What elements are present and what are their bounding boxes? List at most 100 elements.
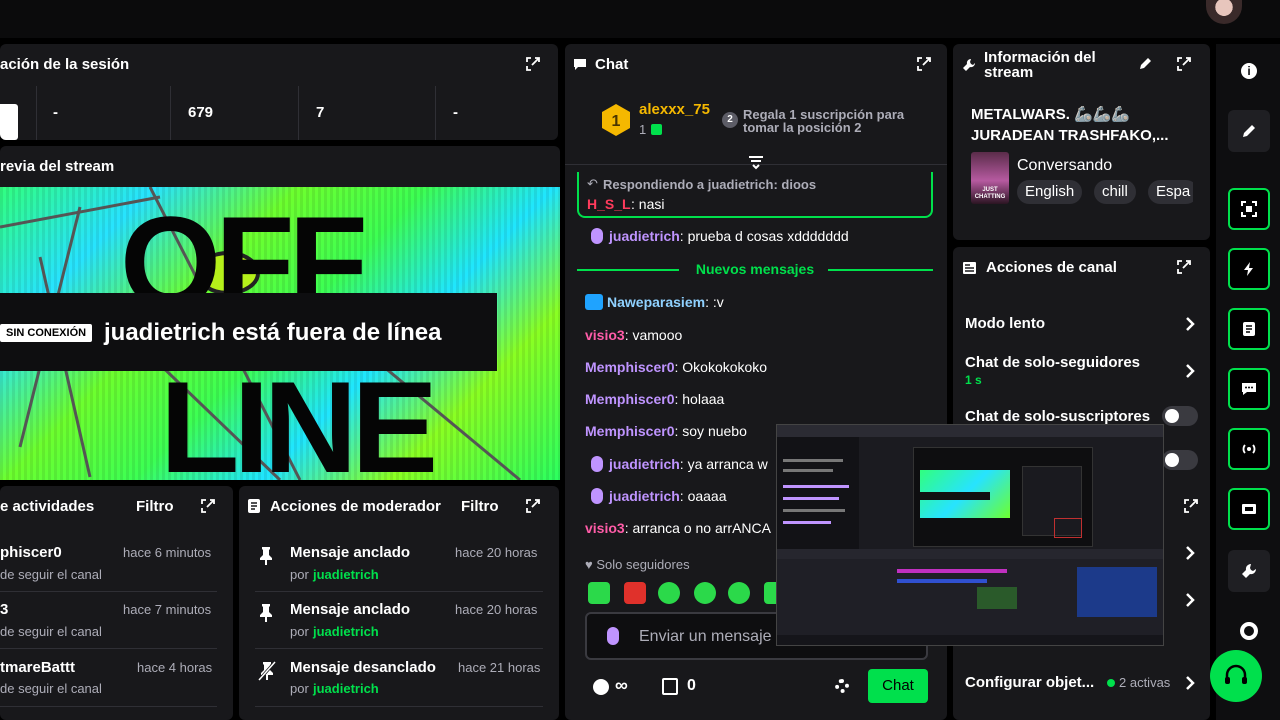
configure-goals-label: Configurar objet... (965, 674, 1095, 691)
stream-info-panel: Información del stream METALWARS. 🦾🦾🦾 JU… (953, 44, 1210, 240)
video-icon (1242, 504, 1256, 514)
rail-button-capture[interactable] (1228, 188, 1270, 230)
chat-username[interactable]: juadietrich (609, 456, 680, 472)
broadcast-icon (1242, 444, 1256, 454)
edit-button[interactable] (1228, 110, 1270, 152)
reply-message[interactable]: ↶ Respondiendo a juadietrich: dioos H_S_… (577, 172, 933, 218)
chat-username[interactable]: Memphiscer0 (585, 359, 674, 375)
channel-points[interactable]: ∞ (593, 675, 643, 697)
chat-settings-icon[interactable] (835, 679, 849, 693)
category-name[interactable]: Conversando (1017, 157, 1112, 175)
chat-message[interactable]: Naweparasiem: :v (585, 294, 724, 310)
rail-button-lightning[interactable] (1228, 248, 1270, 290)
tag[interactable]: Espa (1148, 180, 1193, 204)
support-chat-button[interactable] (1210, 650, 1262, 702)
mic-icon[interactable] (607, 627, 619, 645)
overlay-chat-column (777, 437, 859, 549)
session-thumb (0, 104, 18, 140)
rail-button-chat[interactable] (1228, 368, 1270, 410)
chat-username[interactable]: Naweparasiem (607, 294, 705, 310)
chat-input-placeholder: Enviar un mensaje (639, 628, 772, 645)
overlay-bottom-docks (777, 549, 1163, 645)
category-art[interactable]: JUST CHATTING (971, 152, 1009, 204)
session-stat: 679 (188, 104, 214, 121)
wrench-icon (1242, 563, 1257, 578)
chevron-right-icon[interactable] (1185, 545, 1195, 561)
emote[interactable] (624, 582, 646, 604)
collapse-icon[interactable] (747, 155, 765, 171)
chat-username[interactable]: juadietrich (609, 228, 680, 244)
chat-message[interactable]: visio3: vamooo (585, 327, 682, 343)
activity-filter-button[interactable]: Filtro (136, 498, 174, 515)
popout-icon[interactable] (1176, 259, 1192, 275)
subs-only-toggle[interactable] (1162, 406, 1198, 426)
popout-icon[interactable] (200, 498, 216, 514)
info-icon[interactable]: i (1241, 63, 1257, 79)
chat-send-button[interactable]: Chat (868, 669, 928, 703)
rail-button-tools[interactable] (1228, 550, 1270, 592)
rail-button-broadcast[interactable] (1228, 428, 1270, 470)
mic-badge-icon (591, 228, 603, 244)
chat-message[interactable]: juadietrich: ya arranca w (585, 456, 768, 472)
chevron-right-icon[interactable] (1185, 592, 1195, 608)
popout-icon[interactable] (1176, 56, 1192, 72)
rail-button-video[interactable] (1228, 488, 1270, 530)
emote[interactable] (588, 582, 610, 604)
mod-action-user[interactable]: juadietrich (313, 567, 379, 582)
emote[interactable] (694, 582, 716, 604)
session-title: ación de la sesión (0, 56, 130, 73)
subs-chat-label: Chat de solo-suscriptores (965, 408, 1151, 425)
edit-icon[interactable] (1138, 56, 1153, 71)
reply-user[interactable]: H_S_L (587, 196, 631, 212)
chat-username[interactable]: visio3 (585, 327, 625, 343)
rail-button-notes[interactable] (1228, 308, 1270, 350)
chat-message[interactable]: visio3: arranca o no arrANCA (585, 520, 771, 536)
reply-icon: ↶ (587, 176, 598, 191)
popout-icon[interactable] (1183, 498, 1199, 514)
mod-action-label: Mensaje anclado (290, 601, 411, 618)
active-count: 2 activas (1119, 675, 1171, 690)
user-badge-icon (585, 294, 603, 310)
chat-username[interactable]: Memphiscer0 (585, 423, 674, 439)
chat-username[interactable]: visio3 (585, 520, 625, 536)
emote[interactable] (658, 582, 680, 604)
tag[interactable]: chill (1094, 180, 1136, 204)
mod-action-user[interactable]: juadietrich (313, 624, 379, 639)
offline-overlay: SIN CONEXIÓN juadietrich está fuera de l… (0, 293, 497, 371)
chat-username[interactable]: Memphiscer0 (585, 391, 674, 407)
channel-actions-icon (963, 262, 976, 274)
popout-icon[interactable] (916, 56, 932, 72)
mod-action-user[interactable]: juadietrich (313, 681, 379, 696)
chat-message[interactable]: Memphiscer0: soy nuebo (585, 423, 747, 439)
divider (255, 648, 543, 649)
chat-title: Chat (595, 56, 629, 73)
mod-action-label: Mensaje desanclado (290, 659, 436, 676)
popout-icon[interactable] (525, 498, 541, 514)
chat-message[interactable]: juadietrich: oaaaa (585, 488, 727, 504)
setting-toggle[interactable] (1162, 450, 1198, 470)
configure-goals-row[interactable]: Configurar objet... 2 activas (965, 672, 1200, 694)
rail-points-icon[interactable] (1240, 622, 1258, 640)
mod-action-time: hace 20 horas (455, 545, 538, 560)
mod-filter-button[interactable]: Filtro (461, 498, 499, 515)
activity-title: e actividades (0, 498, 95, 515)
points-icon (593, 679, 609, 695)
stream-preview[interactable]: OFF LINE SIN CONEXIÓN juadietrich está f… (0, 187, 560, 480)
chat-username[interactable]: juadietrich (609, 488, 680, 504)
session-stat: - (53, 104, 58, 121)
tag[interactable]: English (1017, 180, 1083, 204)
slow-mode-row[interactable]: Modo lento (965, 313, 1200, 335)
popout-icon[interactable] (525, 56, 541, 72)
chat-text: : holaaa (674, 391, 725, 407)
chat-message[interactable]: Memphiscer0: Okokokokoko (585, 359, 767, 375)
chat-message[interactable]: Memphiscer0: holaaa (585, 391, 724, 407)
followers-chat-label: Chat de solo-seguidores (965, 354, 1141, 371)
emote[interactable] (728, 582, 750, 604)
leaderboard-user[interactable]: alexxx_75 (639, 101, 710, 118)
divider (298, 86, 299, 140)
followers-chat-row[interactable]: Chat de solo-seguidores 1 s (965, 352, 1200, 390)
gift-button[interactable]: 0 (662, 677, 702, 697)
emote-row (588, 582, 788, 606)
chat-message[interactable]: juadietrich: prueba d cosas xddddddd (585, 228, 849, 244)
divider (435, 86, 436, 140)
